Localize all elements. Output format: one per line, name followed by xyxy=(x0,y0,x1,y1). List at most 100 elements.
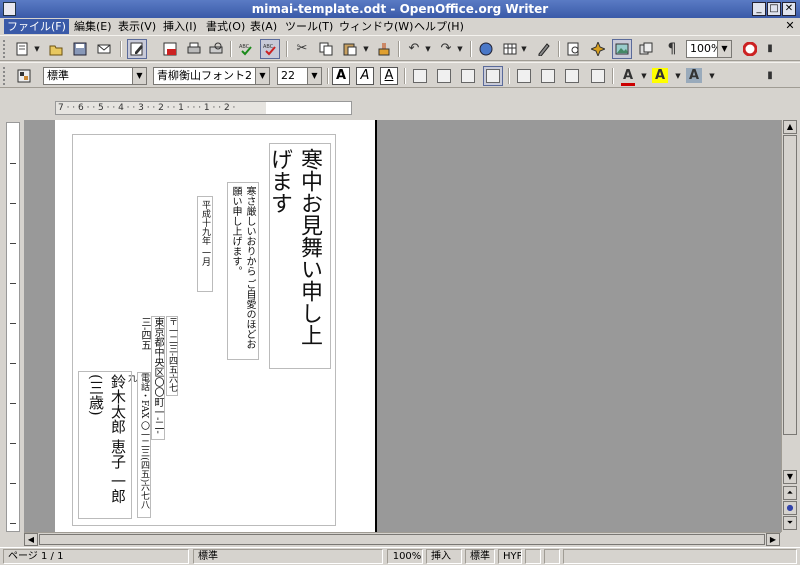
toolbar-grip[interactable] xyxy=(3,67,7,85)
vertical-scroll-thumb[interactable] xyxy=(783,135,797,435)
font-color-icon[interactable]: A xyxy=(618,66,638,86)
page-style-indicator[interactable]: 標準 xyxy=(193,549,383,564)
save-icon[interactable] xyxy=(70,39,90,59)
zoom-select[interactable]: 100% ▼ xyxy=(686,40,732,58)
vertical-scrollbar[interactable]: ▲ ▼ ⏶ ● ⏷ xyxy=(781,120,798,532)
address-frame[interactable]: 東京都中央区〇〇町一-二-三-四五 xyxy=(139,316,165,440)
undo-dropdown-icon[interactable]: ▼ xyxy=(424,39,432,59)
hyperlink-icon[interactable] xyxy=(476,39,496,59)
greeting-text-frame[interactable]: 寒中お見舞い申し上げます xyxy=(267,143,331,369)
date-text-frame[interactable]: 平成十九年 一月 xyxy=(197,196,213,292)
font-size-select[interactable]: 22 ▼ xyxy=(277,67,322,85)
horizontal-scroll-thumb[interactable] xyxy=(39,534,765,545)
toolbar-overflow-icon[interactable]: ▮ xyxy=(766,39,774,59)
gallery-icon[interactable] xyxy=(612,39,632,59)
paste-icon[interactable] xyxy=(340,39,360,59)
underline-icon[interactable]: A xyxy=(380,67,398,85)
align-top-icon[interactable] xyxy=(410,66,430,86)
menu-view[interactable]: 表示(V) xyxy=(115,19,159,34)
justify-icon[interactable] xyxy=(483,66,503,86)
menu-help[interactable]: ヘルプ(H) xyxy=(411,19,467,34)
bullets-icon[interactable] xyxy=(538,66,558,86)
next-page-icon[interactable]: ⏷ xyxy=(783,516,797,530)
table-icon[interactable] xyxy=(500,39,520,59)
scroll-up-icon[interactable]: ▲ xyxy=(783,120,797,134)
font-name-dropdown-icon[interactable]: ▼ xyxy=(255,68,269,84)
bold-icon[interactable]: A xyxy=(332,67,350,85)
toolbar-overflow-icon[interactable]: ▮ xyxy=(766,66,774,86)
highlight-dropdown-icon[interactable]: ▼ xyxy=(674,66,682,86)
print-icon[interactable] xyxy=(184,39,204,59)
open-icon[interactable] xyxy=(46,39,66,59)
background-color-icon[interactable]: A xyxy=(684,66,704,86)
email-icon[interactable] xyxy=(94,39,114,59)
insert-mode-indicator[interactable]: 挿入 xyxy=(426,549,462,564)
redo-dropdown-icon[interactable]: ▼ xyxy=(456,39,464,59)
page-indicator[interactable]: ページ 1 / 1 xyxy=(3,549,189,564)
new-dropdown-icon[interactable]: ▼ xyxy=(33,39,41,59)
copy-icon[interactable] xyxy=(316,39,336,59)
auto-spellcheck-icon[interactable]: ABC xyxy=(260,39,280,59)
paragraph-style-select[interactable]: 標準 ▼ xyxy=(43,67,147,85)
toolbar-grip[interactable] xyxy=(3,40,7,58)
close-document-icon[interactable]: ✕ xyxy=(784,20,796,32)
menu-file[interactable]: ファイル(F) xyxy=(4,19,69,34)
menu-table[interactable]: 表(A) xyxy=(247,19,280,34)
hyphenation-indicator[interactable]: HYP xyxy=(498,549,522,564)
undo-icon[interactable]: ↶ xyxy=(404,39,424,59)
postal-code-frame[interactable]: 〒一二三-四五六七 xyxy=(166,316,178,396)
cut-icon[interactable]: ✂ xyxy=(292,39,312,59)
italic-icon[interactable]: A xyxy=(356,67,374,85)
selection-mode-indicator[interactable]: 標準 xyxy=(465,549,495,564)
navigation-icon[interactable]: ● xyxy=(783,501,797,515)
scroll-down-icon[interactable]: ▼ xyxy=(783,470,797,484)
horizontal-ruler[interactable]: 7 · · 6 · · 5 · · 4 · · 3 · · 2 · · 1 · … xyxy=(55,101,352,115)
menu-insert[interactable]: 挿入(I) xyxy=(160,19,200,34)
background-color-dropdown-icon[interactable]: ▼ xyxy=(708,66,716,86)
message-text-frame[interactable]: 寒さ厳しいおりから ご自愛のほどお願い申し上げます。 xyxy=(227,182,259,360)
minimize-button[interactable]: _ xyxy=(752,2,766,16)
print-preview-icon[interactable] xyxy=(206,39,226,59)
spellcheck-icon[interactable]: ABC xyxy=(236,39,256,59)
new-document-icon[interactable] xyxy=(12,39,32,59)
draw-functions-icon[interactable] xyxy=(534,39,554,59)
highlight-icon[interactable]: A xyxy=(650,66,670,86)
paste-dropdown-icon[interactable]: ▼ xyxy=(362,39,370,59)
font-size-dropdown-icon[interactable]: ▼ xyxy=(307,68,321,84)
edit-mode-icon[interactable] xyxy=(127,39,147,59)
font-color-dropdown-icon[interactable]: ▼ xyxy=(640,66,648,86)
styles-formatting-icon[interactable] xyxy=(14,66,34,86)
menu-tools[interactable]: ツール(T) xyxy=(282,19,336,34)
numbering-icon[interactable] xyxy=(514,66,534,86)
names-frame[interactable]: 鈴木太郎 恵子 一郎(三歳) xyxy=(78,371,132,519)
menu-edit[interactable]: 編集(E) xyxy=(71,19,115,34)
format-paintbrush-icon[interactable] xyxy=(374,39,394,59)
align-center-icon[interactable] xyxy=(434,66,454,86)
close-window-button[interactable]: ✕ xyxy=(782,2,796,16)
find-replace-icon[interactable] xyxy=(564,39,584,59)
document-page[interactable]: 寒中お見舞い申し上げます 寒さ厳しいおりから ご自愛のほどお願い申し上げます。 … xyxy=(55,120,377,532)
increase-indent-icon[interactable] xyxy=(588,66,608,86)
export-pdf-icon[interactable] xyxy=(160,39,180,59)
zoom-dropdown-icon[interactable]: ▼ xyxy=(717,41,731,57)
decrease-indent-icon[interactable] xyxy=(562,66,582,86)
navigator-icon[interactable] xyxy=(588,39,608,59)
previous-page-icon[interactable]: ⏶ xyxy=(783,486,797,500)
help-lifebuoy-icon[interactable] xyxy=(740,39,760,59)
zoom-indicator[interactable]: 100% xyxy=(387,549,423,564)
align-bottom-icon[interactable] xyxy=(458,66,478,86)
paragraph-style-dropdown-icon[interactable]: ▼ xyxy=(132,68,146,84)
scroll-right-icon[interactable]: ▶ xyxy=(766,533,780,546)
data-sources-icon[interactable] xyxy=(636,39,656,59)
phone-frame[interactable]: 電話・FAX 〇一二三(四五)六七八九 xyxy=(126,372,151,518)
table-dropdown-icon[interactable]: ▼ xyxy=(520,39,528,59)
horizontal-scrollbar[interactable]: ◀ ▶ xyxy=(24,532,781,546)
menu-format[interactable]: 書式(O) xyxy=(203,19,248,34)
vertical-ruler[interactable] xyxy=(6,122,20,532)
scroll-left-icon[interactable]: ◀ xyxy=(24,533,38,546)
redo-icon[interactable]: ↷ xyxy=(436,39,456,59)
formatting-marks-icon[interactable]: ¶ xyxy=(662,39,682,59)
font-name-select[interactable]: 青柳衡山フォント2 ▼ xyxy=(153,67,270,85)
menu-window[interactable]: ウィンドウ(W) xyxy=(336,19,416,34)
maximize-button[interactable]: □ xyxy=(767,2,781,16)
